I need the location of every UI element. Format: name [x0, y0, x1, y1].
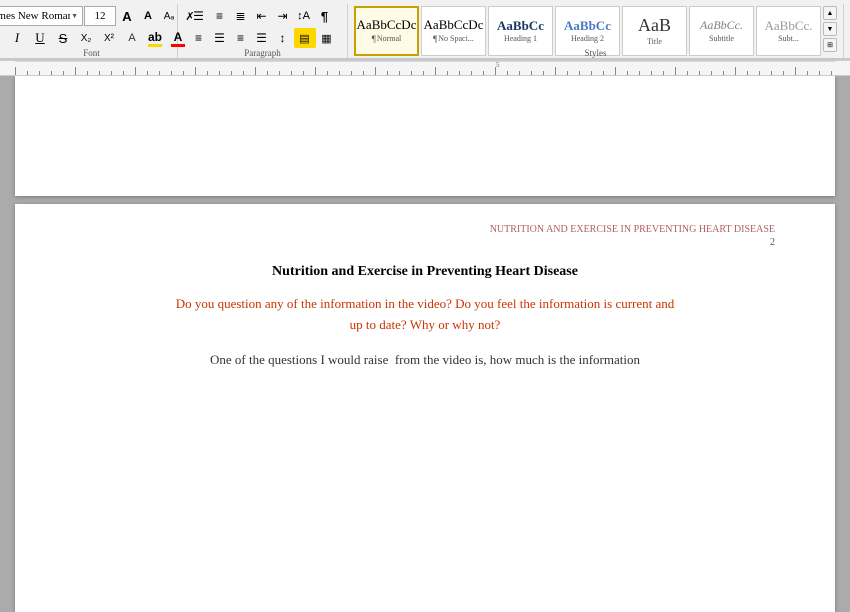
style-subtitle-text: Subtitle: [709, 34, 734, 43]
style-normal-preview: AaBbCcDc: [357, 18, 417, 32]
style-heading2-preview: AaBbCc: [564, 19, 611, 33]
paragraph-group-content: ☰ ≡ ≣ ⇤ ⇥ ↕A ¶ ≡ ☰ ≡ ☰ ↕ ▤ ▦: [189, 6, 337, 48]
style-subtitle-label: Subtitle: [709, 34, 734, 43]
style-no-spacing-preview: AaBbCcDc: [424, 18, 484, 32]
style-more-label: Subt...: [778, 34, 799, 43]
styles-group: AaBbCcDc ¶ Normal AaBbCcDc ¶ No Spaci...: [348, 4, 844, 58]
underline-button[interactable]: U: [29, 28, 51, 48]
para-mark-nospace: ¶: [433, 34, 437, 44]
style-heading1-text: Heading 1: [504, 34, 537, 43]
style-heading1[interactable]: AaBbCc Heading 1: [488, 6, 553, 56]
style-normal[interactable]: AaBbCcDc ¶ Normal: [354, 6, 419, 56]
para-mark-normal: ¶: [372, 34, 376, 44]
paragraph-row1: ☰ ≡ ≣ ⇤ ⇥ ↕A ¶: [189, 6, 337, 26]
page2[interactable]: NUTRITION AND EXERCISE IN PREVENTING HEA…: [15, 204, 835, 612]
multilevel-list-button[interactable]: ≣: [231, 6, 251, 26]
style-more-preview: AaBbCc.: [764, 19, 812, 33]
decrease-indent-button[interactable]: ⇤: [252, 6, 272, 26]
increase-indent-button[interactable]: ⇥: [273, 6, 293, 26]
ruler-ticks: 5: [15, 61, 835, 75]
numbering-button[interactable]: ≡: [210, 6, 230, 26]
style-heading1-preview: AaBbCc: [497, 19, 544, 33]
highlight-color-btn: ab: [148, 30, 162, 47]
font-grow-button[interactable]: A: [117, 6, 137, 26]
style-subtitle-preview: AaBbCc.: [700, 19, 743, 32]
style-title-text: Title: [647, 37, 662, 46]
style-no-spacing-text: No Spaci...: [438, 34, 474, 43]
change-case-button[interactable]: Aₐ: [159, 6, 179, 26]
page2-pagenum: 2: [75, 237, 775, 248]
styles-group-label: Styles: [584, 48, 606, 58]
shading-button[interactable]: ▤: [294, 28, 316, 48]
superscript-button[interactable]: X²: [98, 28, 120, 48]
page2-title: Nutrition and Exercise in Preventing Hea…: [75, 264, 775, 280]
sort-button[interactable]: ↕A: [294, 6, 314, 26]
font-name-dropdown-arrow: ▼: [71, 12, 78, 20]
style-heading2-text: Heading 2: [571, 34, 604, 43]
page1: [15, 76, 835, 196]
justify-button[interactable]: ☰: [252, 28, 272, 48]
font-name-selector[interactable]: Times New Roman ▼: [0, 6, 83, 26]
font-group: Times New Roman ▼ 12 A A Aₐ ✗ B I U S: [6, 4, 178, 58]
page2-question: Do you question any of the information i…: [75, 294, 775, 336]
borders-button[interactable]: ▦: [317, 28, 337, 48]
style-heading1-label: Heading 1: [504, 34, 537, 43]
styles-scroll-up[interactable]: ▲: [823, 6, 837, 20]
style-heading2-label: Heading 2: [571, 34, 604, 43]
styles-scroll-down[interactable]: ▼: [823, 22, 837, 36]
ribbon-row: Times New Roman ▼ 12 A A Aₐ ✗ B I U S: [0, 0, 850, 58]
style-more[interactable]: AaBbCc. Subt...: [756, 6, 821, 56]
strikethrough-button[interactable]: S: [52, 28, 74, 48]
style-normal-text: Normal: [377, 34, 401, 43]
page2-body: One of the questions I would raise from …: [75, 350, 775, 371]
bold-button[interactable]: B: [0, 28, 5, 48]
page2-header: NUTRITION AND EXERCISE IN PREVENTING HEA…: [75, 224, 775, 235]
ruler: rulers 5: [0, 60, 850, 76]
paragraph-group: ☰ ≡ ≣ ⇤ ⇥ ↕A ¶ ≡ ☰ ≡ ☰ ↕ ▤ ▦ P: [178, 4, 348, 58]
align-center-button[interactable]: ☰: [210, 28, 230, 48]
highlight-underline: [148, 44, 162, 47]
style-normal-label: ¶ Normal: [372, 34, 402, 44]
styles-scroll-arrows: ▲ ▼ ⊞: [823, 6, 837, 52]
font-shrink-button[interactable]: A: [138, 6, 158, 26]
doc-area: NUTRITION AND EXERCISE IN PREVENTING HEA…: [0, 76, 850, 612]
bullets-button[interactable]: ☰: [189, 6, 209, 26]
ribbon: Times New Roman ▼ 12 A A Aₐ ✗ B I U S: [0, 0, 850, 60]
highlight-button[interactable]: ab: [144, 28, 166, 48]
paragraph-group-label: Paragraph: [244, 48, 280, 58]
style-subtitle[interactable]: AaBbCc. Subtitle: [689, 6, 754, 56]
style-title-preview: AaB: [638, 16, 671, 36]
italic-button[interactable]: I: [6, 28, 28, 48]
ruler-inner: rulers 5: [15, 61, 835, 75]
font-name-text: Times New Roman: [0, 10, 70, 22]
styles-more[interactable]: ⊞: [823, 38, 837, 52]
style-title-label: Title: [647, 37, 662, 46]
font-size-box[interactable]: 12: [84, 6, 116, 26]
style-no-spacing[interactable]: AaBbCcDc ¶ No Spaci...: [421, 6, 486, 56]
show-hide-button[interactable]: ¶: [315, 6, 335, 26]
style-title[interactable]: AaB Title: [622, 6, 687, 56]
align-left-button[interactable]: ≡: [189, 28, 209, 48]
style-more-text: Subt...: [778, 34, 799, 43]
font-name-row: Times New Roman ▼ 12 A A Aₐ ✗: [0, 6, 200, 26]
font-group-label: Font: [83, 48, 100, 58]
align-right-button[interactable]: ≡: [231, 28, 251, 48]
highlight-letter: ab: [148, 30, 162, 44]
font-size-text: 12: [95, 10, 106, 22]
font-format-row: B I U S X₂ X² A ab A: [0, 28, 200, 48]
font-group-content: Times New Roman ▼ 12 A A Aₐ ✗ B I U S: [0, 6, 200, 48]
line-spacing-button[interactable]: ↕: [273, 28, 293, 48]
subscript-button[interactable]: X₂: [75, 28, 97, 48]
paragraph-row2: ≡ ☰ ≡ ☰ ↕ ▤ ▦: [189, 28, 337, 48]
text-effects-button[interactable]: A: [121, 28, 143, 48]
style-no-spacing-label: ¶ No Spaci...: [433, 34, 474, 44]
